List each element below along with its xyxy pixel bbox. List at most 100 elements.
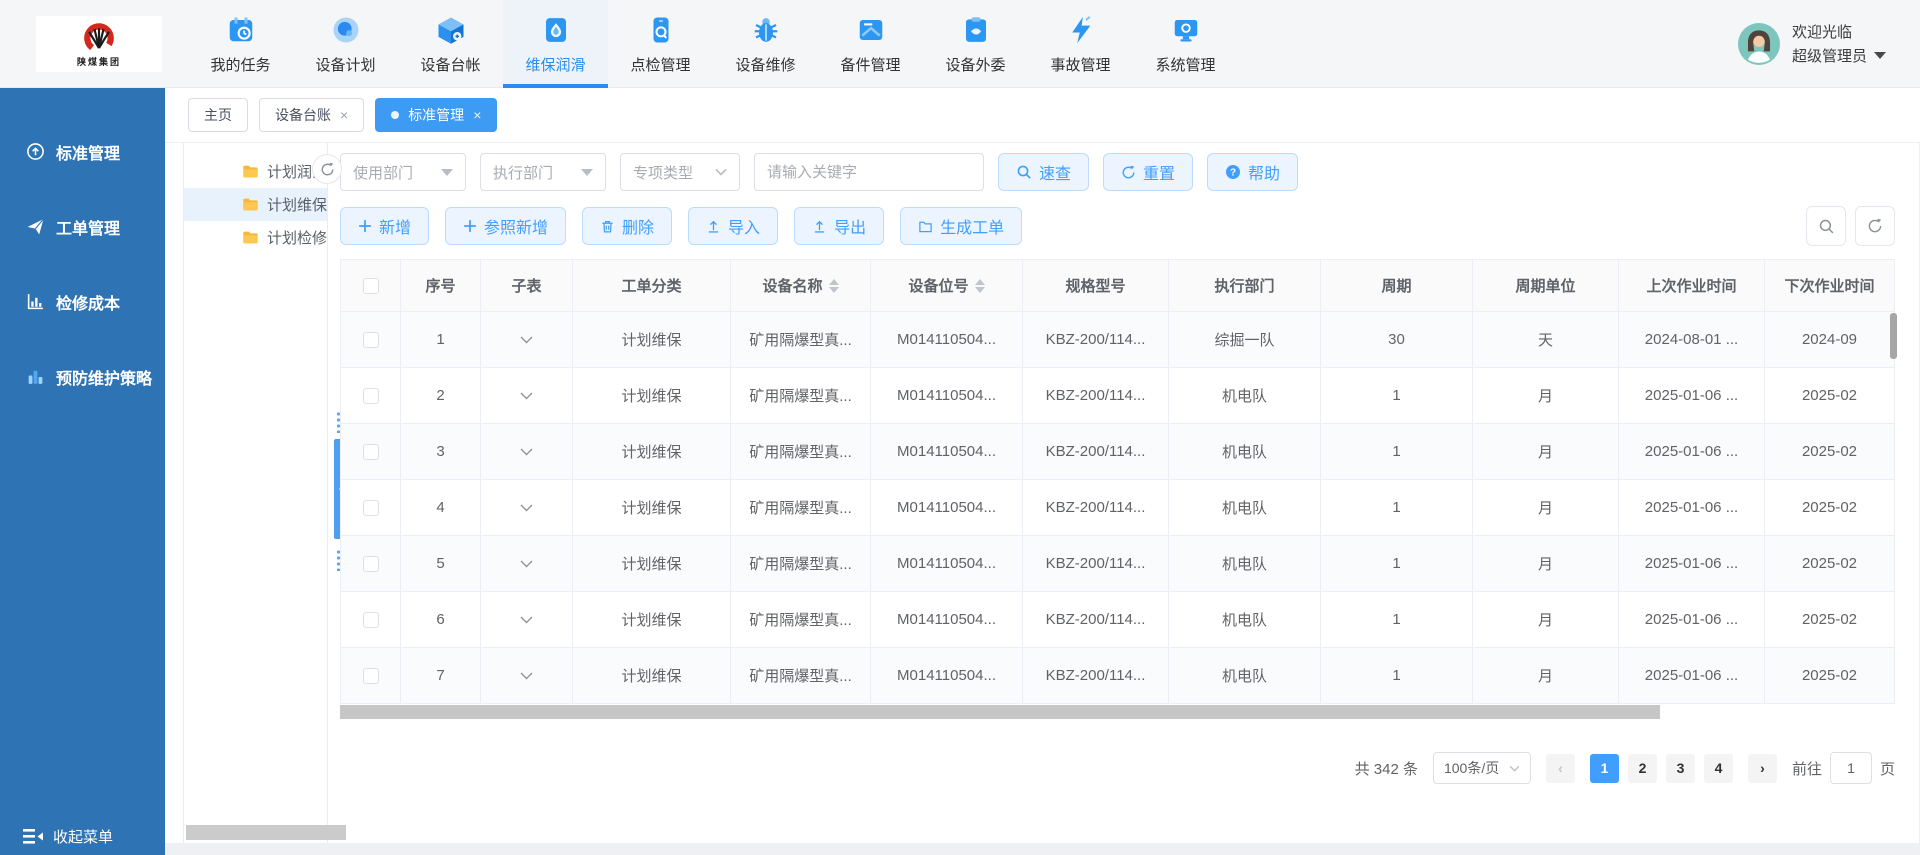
sidebar-item-standard-management[interactable]: 标准管理 bbox=[0, 114, 165, 189]
reset-refresh-icon bbox=[1121, 165, 1136, 180]
column-header-label: 工单分类 bbox=[621, 275, 681, 296]
column-header: 序号 bbox=[401, 260, 481, 312]
cell-department: 综掘一队 bbox=[1169, 312, 1321, 368]
sort-icons[interactable] bbox=[975, 279, 985, 293]
user-menu[interactable]: 欢迎光临 超级管理员 bbox=[1738, 0, 1886, 87]
import-button[interactable]: 导入 bbox=[688, 207, 778, 245]
nav-item-my-tasks[interactable]: 我的任务 bbox=[188, 0, 293, 87]
nav-item-maintenance-lubrication[interactable]: 维保润滑 bbox=[503, 0, 608, 87]
expand-chevron-icon[interactable] bbox=[520, 560, 533, 568]
using-department-select[interactable]: 使用部门 bbox=[340, 153, 466, 191]
page-size-select[interactable]: 100条/页 bbox=[1433, 752, 1531, 784]
sort-icons[interactable] bbox=[829, 279, 839, 293]
sidebar-item-preventive-maintenance[interactable]: 预防维护策略 bbox=[0, 339, 165, 414]
table-row: 2 计划维保 矿用隔爆型真... M014110504... KBZ-200/1… bbox=[341, 368, 1895, 424]
cell-cycle-unit: 月 bbox=[1473, 480, 1619, 536]
table-row: 4 计划维保 矿用隔爆型真... M014110504... KBZ-200/1… bbox=[341, 480, 1895, 536]
cell-equipment-tag: M014110504... bbox=[871, 592, 1023, 648]
search-icon bbox=[1818, 218, 1835, 235]
sort-asc-icon[interactable] bbox=[975, 279, 985, 285]
cell-last-time: 2025-01-06 ... bbox=[1619, 424, 1765, 480]
cell-cycle: 30 bbox=[1321, 312, 1473, 368]
goto-page-input[interactable] bbox=[1830, 752, 1872, 784]
expand-chevron-icon[interactable] bbox=[520, 616, 533, 624]
generate-workorder-button[interactable]: 生成工单 bbox=[900, 207, 1022, 245]
tree-horizontal-scrollbar[interactable] bbox=[186, 825, 346, 840]
tab-equipment-ledger[interactable]: 设备台账 × bbox=[259, 98, 364, 132]
prev-page-button[interactable]: ‹ bbox=[1546, 754, 1575, 783]
nav-item-equipment-ledger[interactable]: 设备台帐 bbox=[398, 0, 503, 87]
nav-item-inspection-management[interactable]: 点检管理 bbox=[608, 0, 713, 87]
horizontal-scroll-thumb[interactable] bbox=[340, 705, 1660, 719]
select-placeholder: 专项类型 bbox=[633, 162, 693, 183]
reset-button[interactable]: 重置 bbox=[1103, 153, 1193, 191]
tree-item[interactable]: 计划检修 bbox=[184, 221, 327, 254]
row-checkbox-cell bbox=[341, 592, 401, 648]
row-checkbox[interactable] bbox=[363, 388, 379, 404]
delete-button[interactable]: 删除 bbox=[582, 207, 672, 245]
collapse-menu-button[interactable]: 收起菜单 bbox=[22, 826, 113, 847]
page-number-button[interactable]: 1 bbox=[1590, 754, 1619, 783]
row-checkbox[interactable] bbox=[363, 556, 379, 572]
add-by-reference-button[interactable]: 参照新增 bbox=[445, 207, 566, 245]
nav-item-accident-management[interactable]: 事故管理 bbox=[1028, 0, 1133, 87]
executing-department-select[interactable]: 执行部门 bbox=[480, 153, 606, 191]
cell-next-time: 2024-09 bbox=[1765, 312, 1895, 368]
help-button[interactable]: ? 帮助 bbox=[1207, 153, 1298, 191]
logo-sunburst-icon bbox=[80, 21, 118, 57]
row-checkbox[interactable] bbox=[363, 500, 379, 516]
expand-chevron-icon[interactable] bbox=[520, 448, 533, 456]
nav-item-equipment-repair[interactable]: 设备维修 bbox=[713, 0, 818, 87]
bar-chart-blue-icon bbox=[26, 367, 45, 386]
cell-next-time: 2025-02 bbox=[1765, 480, 1895, 536]
column-search-button[interactable] bbox=[1806, 206, 1846, 246]
special-type-select[interactable]: 专项类型 bbox=[620, 153, 740, 191]
select-all-checkbox[interactable] bbox=[363, 278, 379, 294]
sort-desc-icon[interactable] bbox=[829, 287, 839, 293]
nav-item-equipment-outsourcing[interactable]: 设备外委 bbox=[923, 0, 1028, 87]
table-vertical-scrollbar[interactable] bbox=[1890, 313, 1897, 359]
next-page-button[interactable]: › bbox=[1748, 754, 1777, 783]
keyword-input[interactable] bbox=[754, 153, 984, 191]
cell-equipment-name: 矿用隔爆型真... bbox=[731, 592, 871, 648]
sidebar-item-workorder-management[interactable]: 工单管理 bbox=[0, 189, 165, 264]
tree-item[interactable]: 计划润滑 bbox=[184, 155, 327, 188]
expand-chevron-icon[interactable] bbox=[520, 672, 533, 680]
row-checkbox[interactable] bbox=[363, 612, 379, 628]
row-checkbox[interactable] bbox=[363, 668, 379, 684]
expand-chevron-icon[interactable] bbox=[520, 392, 533, 400]
sort-desc-icon[interactable] bbox=[975, 287, 985, 293]
cell-model: KBZ-200/114... bbox=[1023, 424, 1169, 480]
sidebar-item-maintenance-cost[interactable]: 检修成本 bbox=[0, 264, 165, 339]
close-icon[interactable]: × bbox=[473, 108, 481, 122]
cell-equipment-tag: M014110504... bbox=[871, 536, 1023, 592]
export-label: 导出 bbox=[834, 214, 866, 238]
nav-item-equipment-plan[interactable]: 设备计划 bbox=[293, 0, 398, 87]
tab-home[interactable]: 主页 bbox=[188, 98, 248, 132]
page-number-button[interactable]: 3 bbox=[1666, 754, 1695, 783]
sidebar-item-label: 预防维护策略 bbox=[56, 365, 152, 389]
cell-next-time: 2025-02 bbox=[1765, 424, 1895, 480]
export-button[interactable]: 导出 bbox=[794, 207, 884, 245]
add-button[interactable]: 新增 bbox=[340, 207, 429, 245]
page-number-button[interactable]: 2 bbox=[1628, 754, 1657, 783]
table-row: 1 计划维保 矿用隔爆型真... M014110504... KBZ-200/1… bbox=[341, 312, 1895, 368]
cell-cycle-unit: 月 bbox=[1473, 536, 1619, 592]
row-checkbox[interactable] bbox=[363, 444, 379, 460]
tab-standard-management[interactable]: 标准管理 × bbox=[375, 98, 497, 132]
sort-asc-icon[interactable] bbox=[829, 279, 839, 285]
avatar bbox=[1738, 23, 1780, 65]
column-header: 执行部门 bbox=[1169, 260, 1321, 312]
nav-item-spare-parts[interactable]: 备件管理 bbox=[818, 0, 923, 87]
table-refresh-button[interactable] bbox=[1855, 206, 1895, 246]
row-checkbox[interactable] bbox=[363, 332, 379, 348]
page-number-button[interactable]: 4 bbox=[1704, 754, 1733, 783]
close-icon[interactable]: × bbox=[340, 108, 348, 122]
quick-search-button[interactable]: 速查 bbox=[998, 153, 1089, 191]
tree-item[interactable]: 计划维保 bbox=[184, 188, 327, 221]
column-header-label: 设备位号 bbox=[908, 275, 968, 296]
expand-chevron-icon[interactable] bbox=[520, 504, 533, 512]
expand-chevron-icon[interactable] bbox=[520, 336, 533, 344]
nav-item-system-management[interactable]: 系统管理 bbox=[1133, 0, 1238, 87]
tree-refresh-button[interactable] bbox=[312, 154, 342, 184]
